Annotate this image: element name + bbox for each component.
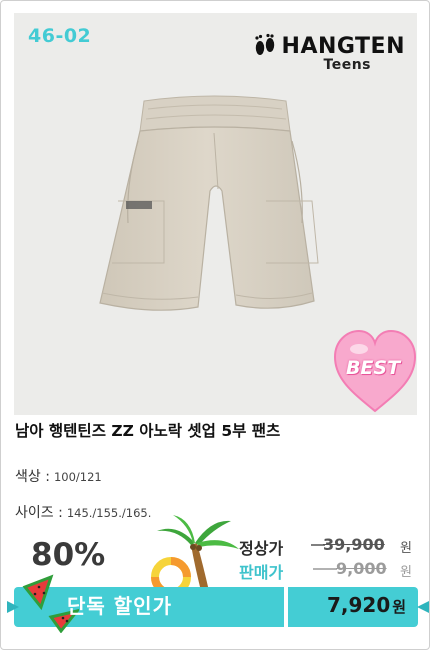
brand-logo: HANGTEN Teens [252,33,405,73]
size-option: 사이즈 :145./155./165. [15,502,151,522]
product-code: 46-02 [28,25,92,47]
brand-sub: Teens [323,57,371,73]
size-value: 145./155./165. [66,506,152,520]
brand-logo-main: HANGTEN [252,33,405,59]
product-title[interactable]: 남아 행텐틴즈 ZZ 아노락 셋업 5부 팬츠 [15,419,280,441]
color-label: 색상 : [15,469,50,485]
promo-price: 7,920 원 [327,593,406,617]
regular-price-row: 정상가 [239,535,283,559]
sale-price-strike-lead [313,568,337,570]
promo-price-value: 7,920 [327,593,391,617]
brand-name: HANGTEN [281,33,405,59]
product-card[interactable]: 46-02 HANGTEN Teens BEST 남아 행텐틴즈 ZZ 아노락 … [0,0,430,650]
footprint-icon [254,33,274,55]
color-value: 100/121 [53,470,102,484]
promo-price-currency: 원 [392,598,407,616]
color-option: 색상 :100/121 [15,466,102,486]
regular-price-value: 39,900 [323,535,385,554]
best-badge: BEST [333,329,417,419]
sale-price-row: 판매가 [239,559,283,583]
arrow-right-icon [7,601,19,613]
regular-price-label: 정상가 [239,539,284,558]
regular-price-currency: 원 [400,541,412,556]
promo-label: 단독 할인가 [67,594,172,618]
sale-price-value: 9,000 [336,559,387,578]
regular-price-strike-lead [311,544,325,546]
best-label: BEST [345,357,401,379]
discount-rate: 80% [31,537,106,573]
arrow-left-icon [417,601,429,613]
sale-price-currency: 원 [400,565,412,580]
size-label: 사이즈 : [15,505,63,521]
sale-price-label: 판매가 [239,563,284,582]
